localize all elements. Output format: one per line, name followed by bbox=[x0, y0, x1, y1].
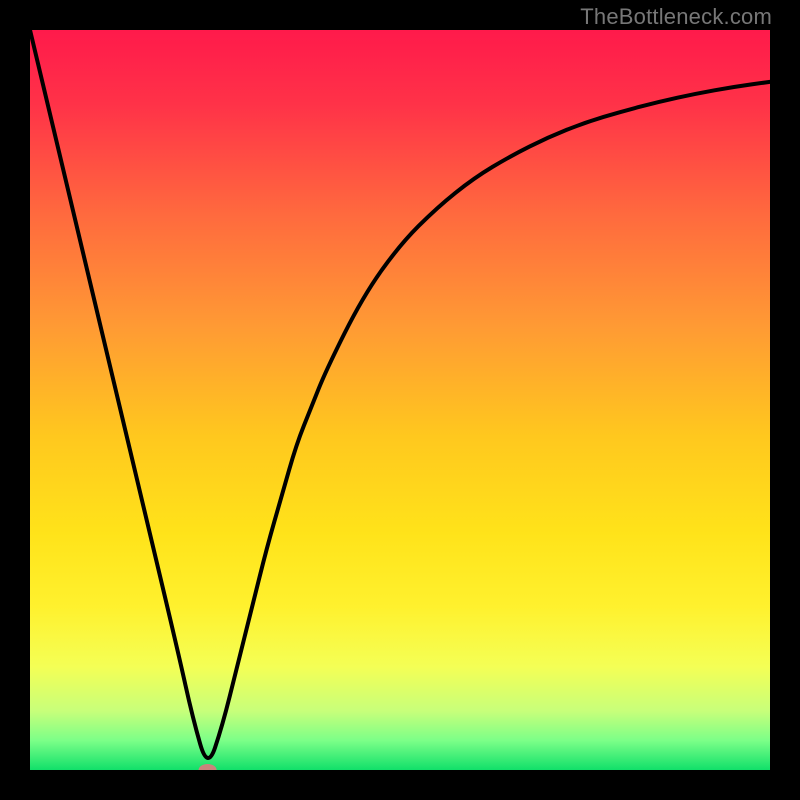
chart-svg bbox=[30, 30, 770, 770]
chart-frame: TheBottleneck.com bbox=[0, 0, 800, 800]
plot-area bbox=[30, 30, 770, 770]
gradient-background bbox=[30, 30, 770, 770]
watermark-text: TheBottleneck.com bbox=[580, 4, 772, 30]
